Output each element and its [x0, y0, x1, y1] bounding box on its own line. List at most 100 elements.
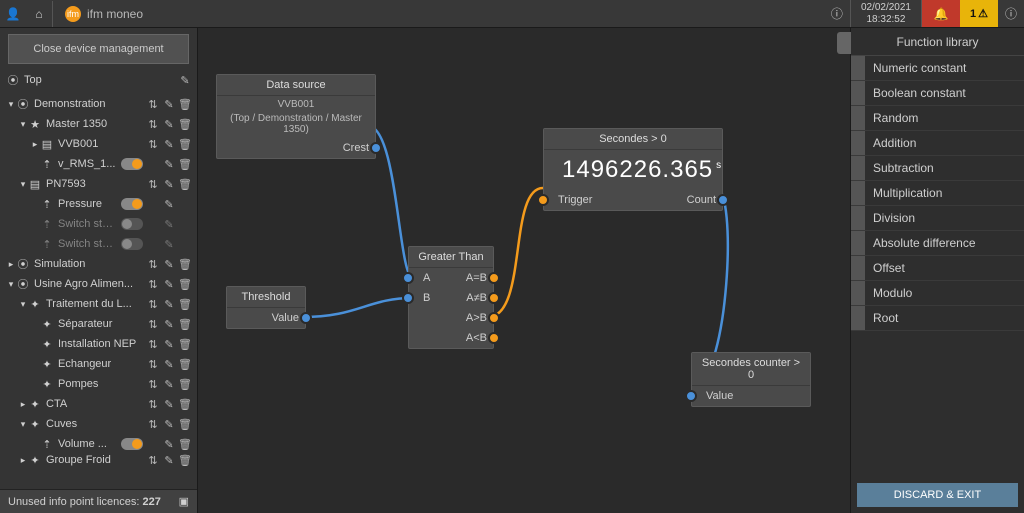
delete-icon[interactable]: 🗑 [177, 418, 193, 431]
edit-icon[interactable]: ✎ [161, 338, 177, 351]
user-icon[interactable]: 👤 [0, 1, 26, 27]
caret-icon[interactable]: ▾ [18, 119, 28, 130]
node-threshold[interactable]: Threshold Value [226, 286, 306, 329]
edit-icon[interactable]: ✎ [161, 454, 177, 467]
edit-icon[interactable]: ✎ [161, 138, 177, 151]
caret-icon[interactable]: ▸ [6, 259, 16, 270]
output-port[interactable] [488, 312, 500, 324]
tree-row[interactable]: ▸⦿Simulation⇅✎🗑 [0, 254, 197, 274]
edit-icon[interactable]: ✎ [161, 218, 177, 231]
drag-handle-icon[interactable] [851, 306, 865, 330]
close-device-mgmt-button[interactable]: Close device management [8, 34, 189, 64]
discard-exit-button[interactable]: DISCARD & EXIT [857, 483, 1018, 507]
node-greater-than[interactable]: Greater Than A A=B B A≠B A>B A<B [408, 246, 494, 349]
home-icon[interactable]: ⌂ [26, 1, 52, 27]
caret-icon[interactable]: ▸ [18, 399, 28, 410]
tree-row[interactable]: ✦Séparateur⇅✎🗑 [0, 314, 197, 334]
caret-icon[interactable]: ▾ [18, 179, 28, 190]
sort-icon[interactable]: ⇅ [145, 398, 161, 411]
drag-handle-icon[interactable] [851, 181, 865, 205]
delete-icon[interactable]: 🗑 [177, 398, 193, 411]
drag-handle-icon[interactable] [851, 81, 865, 105]
alert-critical-icon[interactable]: 🔔 [922, 0, 960, 27]
sort-icon[interactable]: ⇅ [145, 298, 161, 311]
edit-icon[interactable]: ✎ [161, 118, 177, 131]
delete-icon[interactable]: 🗑 [177, 118, 193, 131]
tree-row[interactable]: ▾▤PN7593⇅✎🗑 [0, 174, 197, 194]
tree-row[interactable]: ▸✦Groupe Froid⇅✎🗑 [0, 454, 197, 466]
edit-icon[interactable]: ✎ [161, 418, 177, 431]
panel-collapse-handle[interactable] [837, 32, 851, 54]
delete-icon[interactable]: 🗑 [177, 278, 193, 291]
flow-canvas[interactable]: Data source VVB001 (Top / Demonstration … [198, 28, 850, 513]
sort-icon[interactable]: ⇅ [145, 318, 161, 331]
tree-row[interactable]: ▸▤VVB001⇅✎🗑 [0, 134, 197, 154]
delete-icon[interactable]: 🗑 [177, 358, 193, 371]
tree-row[interactable]: ▾✦Traitement du L...⇅✎🗑 [0, 294, 197, 314]
drag-handle-icon[interactable] [851, 131, 865, 155]
caret-icon[interactable]: ▾ [18, 419, 28, 430]
delete-icon[interactable]: 🗑 [177, 298, 193, 311]
output-port[interactable] [717, 194, 729, 206]
edit-icon[interactable]: ✎ [161, 98, 177, 111]
edit-icon[interactable]: ✎ [161, 298, 177, 311]
function-item[interactable]: Offset [851, 256, 1024, 281]
function-item[interactable]: Division [851, 206, 1024, 231]
output-port[interactable] [488, 332, 500, 344]
edit-icon[interactable]: ✎ [161, 318, 177, 331]
input-port[interactable] [537, 194, 549, 206]
delete-icon[interactable]: 🗑 [177, 138, 193, 151]
input-port[interactable] [402, 272, 414, 284]
sort-icon[interactable]: ⇅ [145, 178, 161, 191]
edit-icon[interactable]: ✎ [161, 438, 177, 451]
drag-handle-icon[interactable] [851, 156, 865, 180]
function-item[interactable]: Absolute difference [851, 231, 1024, 256]
delete-icon[interactable]: 🗑 [177, 178, 193, 191]
tree-row[interactable]: ✦Pompes⇅✎🗑 [0, 374, 197, 394]
sort-icon[interactable]: ⇅ [145, 378, 161, 391]
edit-icon[interactable]: ✎ [161, 238, 177, 251]
delete-icon[interactable]: 🗑 [177, 98, 193, 111]
info-icon[interactable]: ⓘ [998, 1, 1024, 27]
function-item[interactable]: Multiplication [851, 181, 1024, 206]
tree-row[interactable]: ✦Installation NEP⇅✎🗑 [0, 334, 197, 354]
edit-icon[interactable]: ✎ [161, 178, 177, 191]
toggle-switch[interactable] [121, 438, 143, 450]
function-item[interactable]: Random [851, 106, 1024, 131]
delete-icon[interactable]: 🗑 [177, 258, 193, 271]
delete-icon[interactable]: 🗑 [177, 158, 193, 171]
tree-row[interactable]: ⇡v_RMS_1...✎🗑 [0, 154, 197, 174]
tree-top-label[interactable]: Top [20, 74, 177, 86]
delete-icon[interactable]: 🗑 [177, 438, 193, 451]
delete-icon[interactable]: 🗑 [177, 454, 193, 467]
sort-icon[interactable]: ⇅ [145, 454, 161, 467]
delete-icon[interactable]: 🗑 [177, 318, 193, 331]
edit-icon[interactable]: ✎ [161, 278, 177, 291]
drag-handle-icon[interactable] [851, 56, 865, 80]
edit-icon[interactable]: ✎ [161, 258, 177, 271]
tree-row[interactable]: ✦Echangeur⇅✎🗑 [0, 354, 197, 374]
help-icon[interactable]: ⓘ [824, 1, 850, 27]
tree-row[interactable]: ▾★Master 1350⇅✎🗑 [0, 114, 197, 134]
sort-icon[interactable]: ⇅ [145, 138, 161, 151]
sort-icon[interactable]: ⇅ [145, 98, 161, 111]
node-data-source[interactable]: Data source VVB001 (Top / Demonstration … [216, 74, 376, 159]
toggle-switch[interactable] [121, 238, 143, 250]
input-port[interactable] [402, 292, 414, 304]
tree-row[interactable]: ⇡Volume ...✎🗑 [0, 434, 197, 454]
function-item[interactable]: Addition [851, 131, 1024, 156]
caret-icon[interactable]: ▸ [18, 455, 28, 466]
drag-handle-icon[interactable] [851, 106, 865, 130]
tree-row[interactable]: ▾✦Cuves⇅✎🗑 [0, 414, 197, 434]
toggle-switch[interactable] [121, 198, 143, 210]
tree-row[interactable]: ⇡Switch statu...✎ [0, 214, 197, 234]
drag-handle-icon[interactable] [851, 281, 865, 305]
toggle-switch[interactable] [121, 158, 143, 170]
sort-icon[interactable]: ⇅ [145, 358, 161, 371]
alert-warning-icon[interactable]: 1⚠ [960, 0, 998, 27]
caret-icon[interactable]: ▾ [6, 99, 16, 110]
sort-icon[interactable]: ⇅ [145, 118, 161, 131]
edit-icon[interactable]: ✎ [161, 358, 177, 371]
tree-row[interactable]: ▾⦿Usine Agro Alimen...⇅✎🗑 [0, 274, 197, 294]
edit-icon[interactable]: ✎ [161, 198, 177, 211]
